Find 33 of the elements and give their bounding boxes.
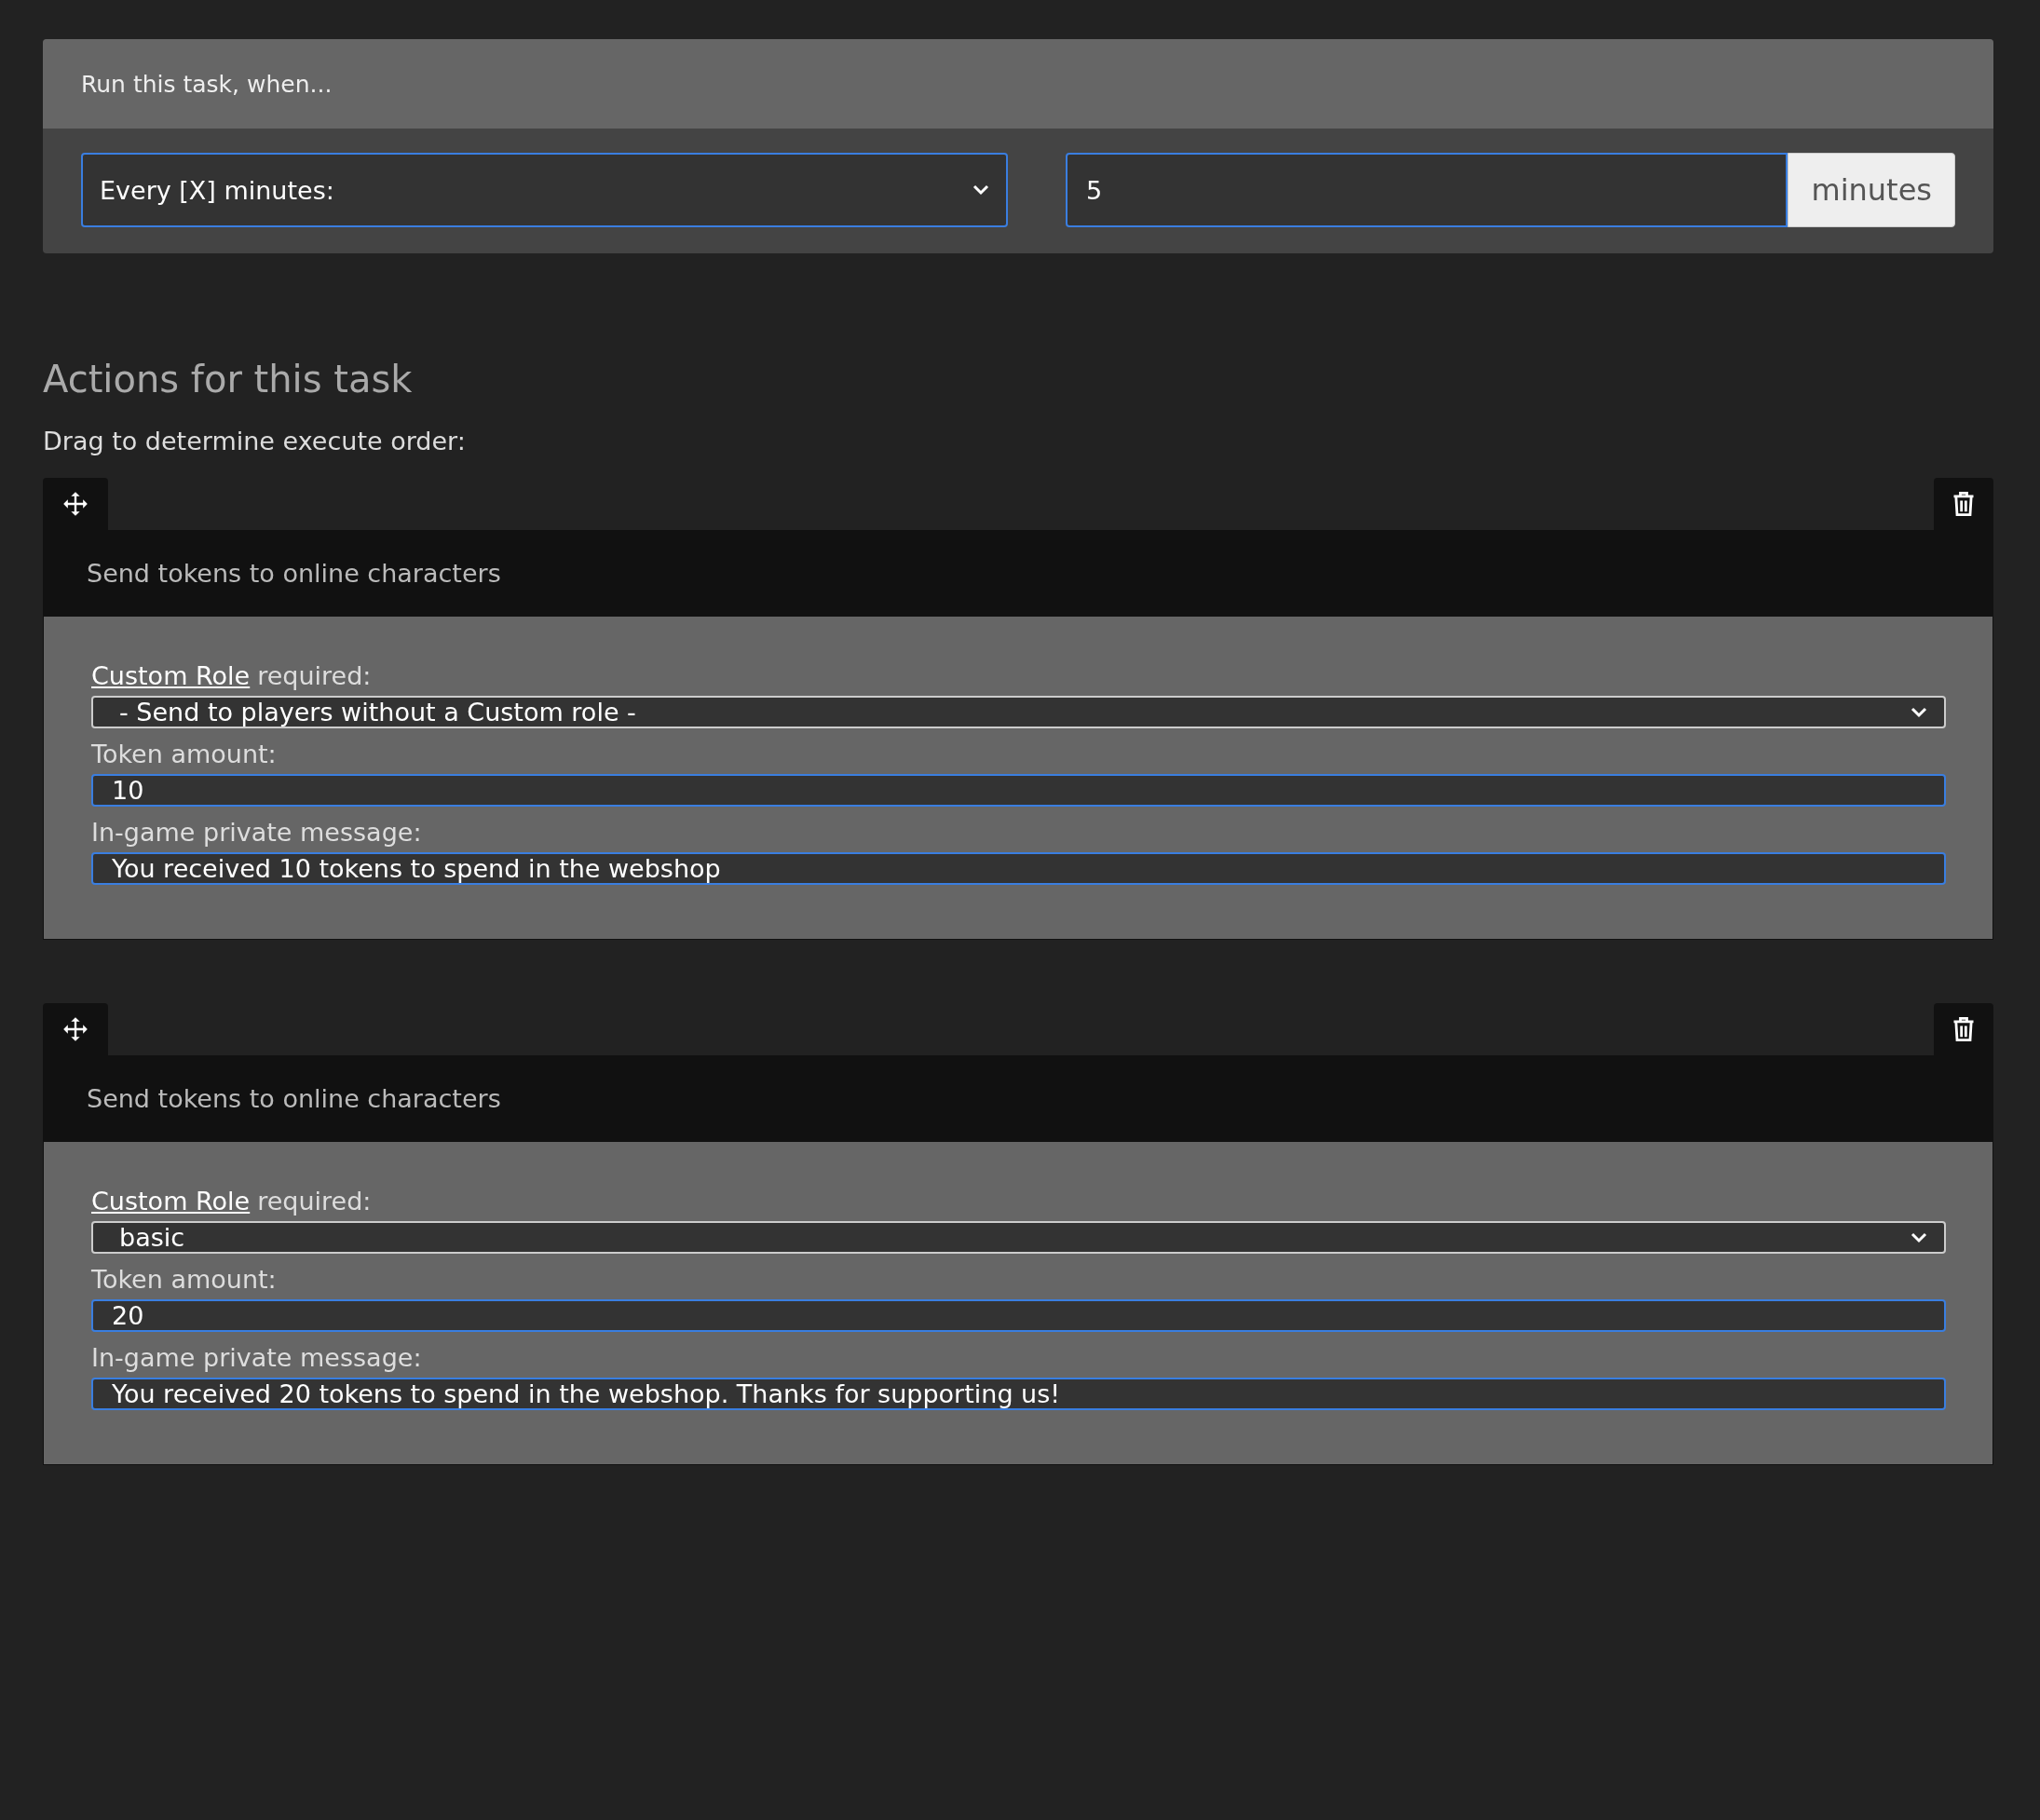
- chevron-down-icon: [1911, 1231, 1927, 1243]
- field-label: In-game private message:: [91, 1343, 423, 1372]
- field-label: Token amount:: [91, 740, 278, 768]
- field-label: In-game private message:: [91, 818, 423, 847]
- delete-button[interactable]: [1934, 1003, 1993, 1055]
- trash-icon: [1952, 491, 1975, 517]
- field-label: Token amount:: [91, 1265, 278, 1294]
- role-dropdown[interactable]: - Send to players without a Custom role -: [91, 696, 1946, 728]
- field-label: required:: [257, 1187, 372, 1216]
- role-dropdown[interactable]: basic: [91, 1221, 1946, 1254]
- message-input[interactable]: You received 20 tokens to spend in the webshop. Thanks for supporting us!: [91, 1378, 1946, 1410]
- amount-input[interactable]: 10: [91, 774, 1946, 807]
- message-input[interactable]: You received 10 tokens to spend in the webshop: [91, 852, 1946, 885]
- card-header: Run this task, when...: [43, 39, 1993, 129]
- move-icon: [62, 1016, 88, 1042]
- delete-button[interactable]: [1934, 478, 1993, 530]
- drag-handle[interactable]: [43, 1003, 108, 1055]
- chevron-down-icon: [972, 184, 989, 196]
- action-title: Send tokens to online characters: [43, 530, 1993, 616]
- custom-role-link[interactable]: Custom Role: [91, 1187, 251, 1216]
- schedule-dropdown[interactable]: Every [X] minutes:: [81, 153, 1008, 227]
- move-icon: [62, 491, 88, 517]
- drag-handle[interactable]: [43, 478, 108, 530]
- interval-input[interactable]: 5: [1066, 153, 1788, 227]
- hint-text: Drag to determine execute order:: [43, 427, 467, 455]
- unit-addon: minutes: [1788, 153, 1955, 227]
- field-label: required:: [257, 661, 372, 690]
- custom-role-link[interactable]: Custom Role: [91, 661, 251, 690]
- trash-icon: [1952, 1016, 1975, 1042]
- section-title: Actions for this task: [43, 358, 414, 401]
- amount-input[interactable]: 20: [91, 1299, 1946, 1332]
- action-title: Send tokens to online characters: [43, 1055, 1993, 1141]
- chevron-down-icon: [1911, 706, 1927, 718]
